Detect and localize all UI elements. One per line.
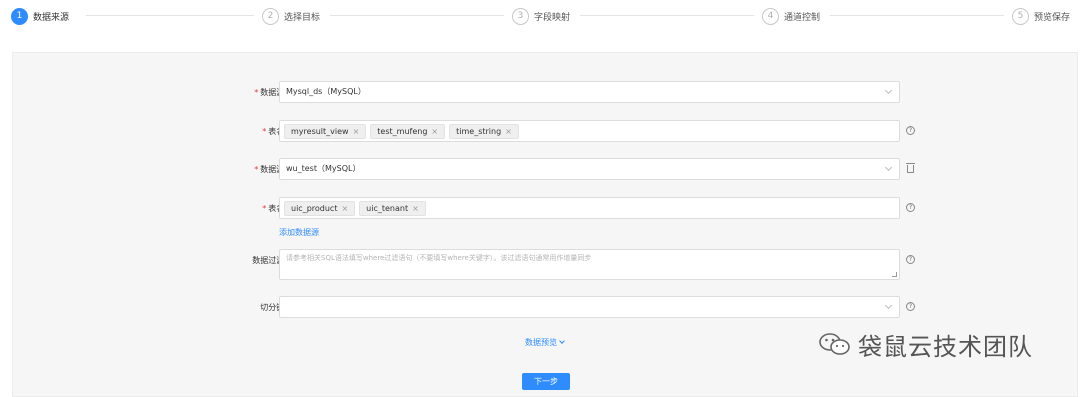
table-tag: myresult_view ×	[284, 124, 367, 139]
source-select-1[interactable]: Mysql_ds（MySQL）	[279, 81, 900, 103]
step-4-label: 通道控制	[784, 12, 821, 23]
tag-list: uic_product × uic_tenant ×	[284, 201, 426, 216]
step-2-number: 2	[262, 7, 279, 25]
required-mark: *	[254, 88, 259, 97]
filter-textarea[interactable]: 请参考相关SQL语法填写where过滤语句（不要填写where关键字）。该过滤语…	[279, 249, 900, 280]
table-tag: test_mufeng ×	[370, 124, 446, 139]
step-connector	[330, 15, 504, 16]
chevron-down-icon	[884, 86, 893, 95]
step-4[interactable]: 4 通道控制	[762, 6, 820, 26]
wechat-icon	[818, 331, 852, 357]
help-icon[interactable]: ?	[906, 302, 915, 311]
close-icon[interactable]: ×	[431, 124, 438, 139]
source-row-1: * 数据源: Mysql_ds（MySQL）	[13, 81, 1079, 105]
source-select-2[interactable]: wu_test（MySQL）	[279, 158, 900, 180]
step-3-number: 3	[512, 7, 529, 25]
step-connector	[830, 15, 1004, 16]
step-5-label: 预览保存	[1034, 12, 1071, 23]
source-select-value: wu_test（MySQL）	[286, 164, 361, 173]
close-icon[interactable]: ×	[353, 124, 360, 139]
help-icon[interactable]: ?	[906, 203, 915, 212]
step-5[interactable]: 5 预览保存	[1012, 6, 1070, 26]
required-mark: *	[262, 204, 267, 213]
table-tag: uic_tenant ×	[359, 201, 426, 216]
help-icon[interactable]: ?	[906, 255, 915, 264]
chevron-down-icon	[559, 338, 565, 344]
data-preview-link[interactable]: 数据预览	[525, 337, 565, 348]
filter-row: 数据过滤: 请参考相关SQL语法填写where过滤语句（不要填写where关键字…	[13, 249, 1079, 281]
add-source-link[interactable]: 添加数据源	[279, 227, 319, 238]
close-icon[interactable]: ×	[505, 124, 512, 139]
step-3-label: 字段映射	[534, 12, 571, 23]
split-key-select[interactable]	[279, 296, 900, 318]
step-4-number: 4	[762, 7, 779, 25]
filter-placeholder: 请参考相关SQL语法填写where过滤语句（不要填写where关键字）。该过滤语…	[286, 254, 592, 262]
required-mark: *	[262, 127, 267, 136]
help-icon[interactable]: ?	[906, 126, 915, 135]
table-select-2[interactable]: uic_product × uic_tenant ×	[279, 197, 900, 219]
watermark-text: 袋鼠云技术团队	[858, 332, 1033, 361]
chevron-down-icon	[884, 301, 893, 310]
chevron-down-icon	[884, 163, 893, 172]
close-icon[interactable]: ×	[412, 201, 419, 216]
step-connector	[580, 15, 754, 16]
step-1-number: 1	[11, 7, 28, 25]
table-row-1: * 表名: myresult_view × test_mufeng × time_st…	[13, 120, 1079, 144]
step-2-label: 选择目标	[284, 12, 321, 23]
step-3[interactable]: 3 字段映射	[512, 6, 570, 26]
tag-list: myresult_view × test_mufeng × time_string ×	[284, 124, 519, 139]
step-connector	[86, 15, 254, 16]
table-tag: uic_product ×	[284, 201, 356, 216]
trash-icon[interactable]	[906, 163, 915, 173]
table-row-2: * 表名: uic_product × uic_tenant × ?	[13, 197, 1079, 221]
resize-handle-icon[interactable]	[892, 272, 897, 277]
step-2[interactable]: 2 选择目标	[262, 6, 320, 26]
split-key-row: 切分键: ?	[13, 296, 1079, 320]
close-icon[interactable]: ×	[341, 201, 348, 216]
source-select-value: Mysql_ds（MySQL）	[286, 87, 366, 96]
steps-bar: 1 数据来源 2 选择目标 3 字段映射 4 通道控制 5 预览保存	[0, 0, 1080, 32]
step-1[interactable]: 1 数据来源	[11, 6, 69, 26]
next-step-button[interactable]: 下一步	[522, 373, 570, 390]
table-select-1[interactable]: myresult_view × test_mufeng × time_string ×	[279, 120, 900, 142]
step-1-label: 数据来源	[33, 12, 70, 23]
step-5-number: 5	[1012, 7, 1029, 25]
table-tag: time_string ×	[449, 124, 519, 139]
source-row-2: * 数据源: wu_test（MySQL）	[13, 158, 1079, 182]
watermark: 袋鼠云技术团队	[818, 326, 1033, 362]
required-mark: *	[254, 165, 259, 174]
